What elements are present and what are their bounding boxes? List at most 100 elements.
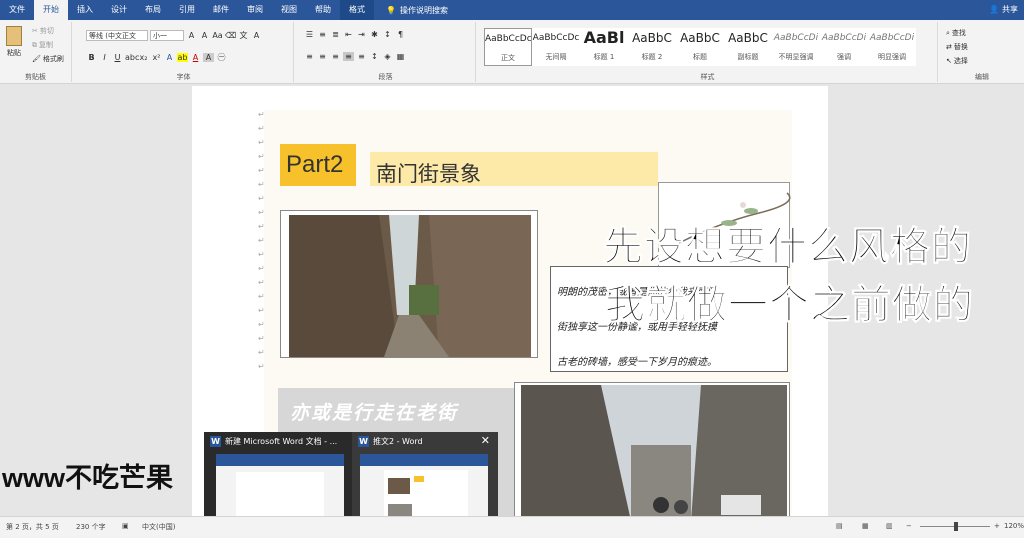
read-mode-icon[interactable]: ▤ [836,522,843,530]
tab-view[interactable]: 视图 [272,0,306,20]
zoom-in-button[interactable]: + [994,522,1000,530]
tab-design[interactable]: 设计 [102,0,136,20]
format-painter-button[interactable]: 🖌 格式刷 [32,54,64,64]
multilevel-list-icon[interactable]: ≣ [330,30,341,39]
tab-file[interactable]: 文件 [0,0,34,20]
shading-icon[interactable]: ◈ [382,52,393,61]
chinese-layout-icon[interactable]: ✱ [369,30,380,39]
style-item[interactable]: AaBbC 副标题 [724,28,772,66]
tab-home[interactable]: 开始 [34,0,68,20]
char-shading-icon[interactable]: A [203,53,214,62]
subscript-icon[interactable]: x₂ [138,53,149,62]
tab-format[interactable]: 格式 [340,0,374,20]
decrease-indent-icon[interactable]: ⇤ [343,30,354,39]
style-item[interactable]: AaBbCcDi 不明显强调 [772,28,820,66]
enclose-char-icon[interactable]: ㊀ [216,52,227,63]
phonetic-guide-icon[interactable]: 文 [238,30,249,41]
style-item[interactable]: AaBbCcDc 正文 [484,28,532,66]
bullets-icon[interactable]: ☰ [304,30,315,39]
style-name: 副标题 [737,53,759,61]
increase-indent-icon[interactable]: ⇥ [356,30,367,39]
tab-references[interactable]: 引用 [170,0,204,20]
tab-layout[interactable]: 布局 [136,0,170,20]
copy-button[interactable]: ⧉ 复制 [32,40,53,50]
sort-icon[interactable]: ↕ [382,30,393,39]
style-item[interactable]: AaBbC 标题 2 [628,28,676,66]
bold-icon[interactable]: B [86,53,97,62]
style-item[interactable]: AaBl 标题 1 [580,28,628,66]
tell-me-label: 操作说明搜索 [399,5,448,15]
style-sample: AaBbCcDc [485,34,531,44]
italic-icon[interactable]: I [99,53,110,62]
tab-review[interactable]: 审阅 [238,0,272,20]
char-border-icon[interactable]: A [251,31,262,40]
lightbulb-icon: 💡 [386,5,396,15]
paragraph-group-label: 段落 [378,73,393,81]
underline-icon[interactable]: U [112,53,123,62]
distribute-icon[interactable]: ≡ [356,52,367,61]
cut-label: 剪切 [39,27,54,35]
part-title[interactable]: 南门街景象 [376,158,481,188]
part-badge[interactable]: Part2 [280,144,356,186]
word-count[interactable]: 230 个字 [76,522,106,532]
tab-insert[interactable]: 插入 [68,0,102,20]
numbering-icon[interactable]: ≡ [317,30,328,39]
tab-help[interactable]: 帮助 [306,0,340,20]
print-layout-icon[interactable]: ▦ [862,522,869,530]
justify-icon[interactable]: ≡ [343,52,354,61]
style-item[interactable]: AaBbCcDi 明显强调 [868,28,916,66]
paragraph-marks: ↵ ↵ ↵ ↵ ↵ ↵ ↵ ↵ ↵ ↵ ↵ ↵ ↵ ↵ ↵ ↵ ↵ ↵ ↵ [258,110,265,371]
highlight-icon[interactable]: ab [177,53,188,62]
zoom-slider-thumb[interactable] [954,522,958,531]
font-name-select[interactable]: 等线 (中文正文 [86,30,148,41]
close-icon[interactable]: ✕ [481,434,490,447]
proofing-icon[interactable]: ▣ [122,522,129,530]
style-item[interactable]: AaBbCcDi 强调 [820,28,868,66]
style-name: 不明显强调 [778,53,814,61]
style-sample: AaBl [583,28,625,47]
text-line-3: 古老的砖墙，感受一下岁月的痕迹。 [557,357,717,368]
borders-icon[interactable]: ▦ [395,52,406,61]
font-size-select[interactable]: 小一 [150,30,184,41]
page-count[interactable]: 第 2 页，共 5 页 [6,522,59,532]
cut-button[interactable]: ✂ 剪切 [32,26,54,36]
style-name: 强调 [837,53,851,61]
find-button[interactable]: ⌕ 查找 [946,28,966,38]
language-indicator[interactable]: 中文(中国) [142,522,175,532]
text-effects-icon[interactable]: A [164,53,175,62]
poem-text[interactable]: 亦或是行走在老街 [290,398,458,425]
style-name: 正文 [501,54,515,62]
style-item[interactable]: AaBbCcDc 无间隔 [532,28,580,66]
paste-label: 粘贴 [7,49,21,57]
superscript-icon[interactable]: x² [151,53,162,62]
zoom-level[interactable]: 120% [1004,522,1024,530]
strikethrough-icon[interactable]: abc [125,53,139,62]
replace-button[interactable]: ⇄ 替换 [946,42,968,52]
style-item[interactable]: AaBbC 标题 [676,28,724,66]
clear-format-icon[interactable]: ⌫ [225,31,236,40]
shrink-font-icon[interactable]: A [199,31,210,40]
copy-label: 复制 [39,41,53,49]
share-button[interactable]: 👤 共享 [989,0,1018,20]
align-right-icon[interactable]: ≡ [330,52,341,61]
tab-mailings[interactable]: 邮件 [204,0,238,20]
style-name: 标题 [693,53,707,61]
alley-photo-1[interactable] [280,210,538,358]
zoom-out-button[interactable]: − [906,522,912,530]
editing-group-label: 编辑 [975,73,989,81]
align-left-icon[interactable]: ≡ [304,52,315,61]
font-color-icon[interactable]: A [190,53,201,62]
select-button[interactable]: ↖ 选择 [946,56,968,66]
change-case-icon[interactable]: Aa [212,31,223,40]
street-photo-2[interactable] [514,382,790,516]
show-marks-icon[interactable]: ¶ [395,30,406,39]
cursor-icon: ↖ [946,57,952,65]
thumb-title-tuiwen2: 推文2 - Word [373,437,423,446]
style-sample: AaBbC [680,31,720,45]
align-center-icon[interactable]: ≡ [317,52,328,61]
grow-font-icon[interactable]: A [186,31,197,40]
line-spacing-icon[interactable]: ↕ [369,52,380,61]
paste-button[interactable]: 粘贴 [6,26,22,58]
web-layout-icon[interactable]: ▥ [886,522,893,530]
tell-me-search[interactable]: 💡 操作说明搜索 [386,5,448,16]
